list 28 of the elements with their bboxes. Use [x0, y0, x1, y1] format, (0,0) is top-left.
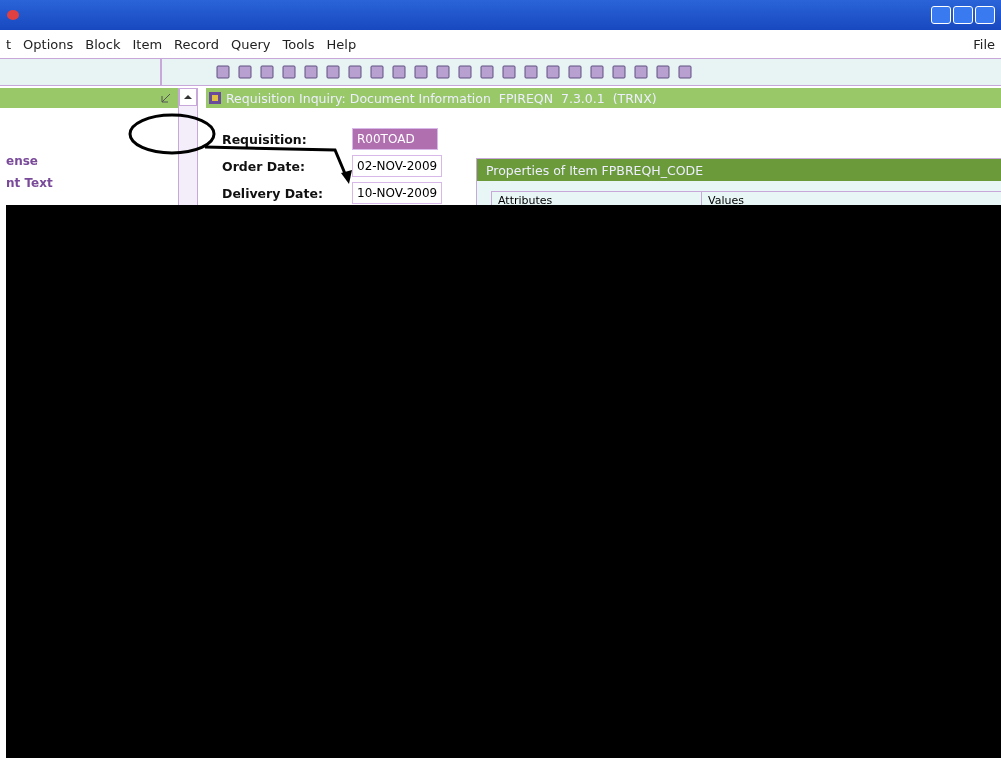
input-field[interactable]: 10-NOV-2009	[352, 182, 443, 204]
field-label: Requisition:	[222, 131, 308, 147]
panel-item[interactable]: ense	[6, 154, 178, 168]
menu-item[interactable]: Query	[230, 36, 271, 52]
maximize-button[interactable]	[953, 6, 973, 24]
form-title: Requisition Inquiry: Document Information FPIREQN 7.3.0.1 (TRNX)	[226, 90, 657, 106]
dialog-title: Properties of Item FPBREQH_CODE	[486, 162, 704, 178]
panel-item[interactable]: nt Text	[6, 176, 178, 190]
app-icon	[6, 9, 20, 21]
menu-item[interactable]: Record	[174, 36, 219, 52]
minimize-button[interactable]	[931, 6, 951, 24]
menu-item[interactable]: Item	[132, 36, 163, 52]
menu-item[interactable]: Help	[326, 36, 357, 52]
menu-item[interactable]: Options	[23, 36, 74, 52]
menu-item[interactable]: Tools	[282, 36, 315, 52]
input-field[interactable]: R00TOAD	[352, 128, 438, 150]
menu-item[interactable]: Block	[85, 36, 121, 52]
field-label: Delivery Date:	[222, 185, 324, 201]
scroll-up-icon	[183, 94, 193, 100]
collapse-icon[interactable]	[160, 92, 172, 104]
scroll-up-button[interactable]	[179, 88, 197, 106]
close-button[interactable]	[975, 6, 995, 24]
scrollbar[interactable]	[178, 88, 198, 207]
form-icon	[208, 91, 222, 105]
menu-item[interactable]: File	[973, 36, 995, 52]
input-field[interactable]: 02-NOV-2009	[352, 155, 443, 177]
menu-item[interactable]: t	[6, 36, 12, 52]
field-label: Order Date:	[222, 158, 306, 174]
